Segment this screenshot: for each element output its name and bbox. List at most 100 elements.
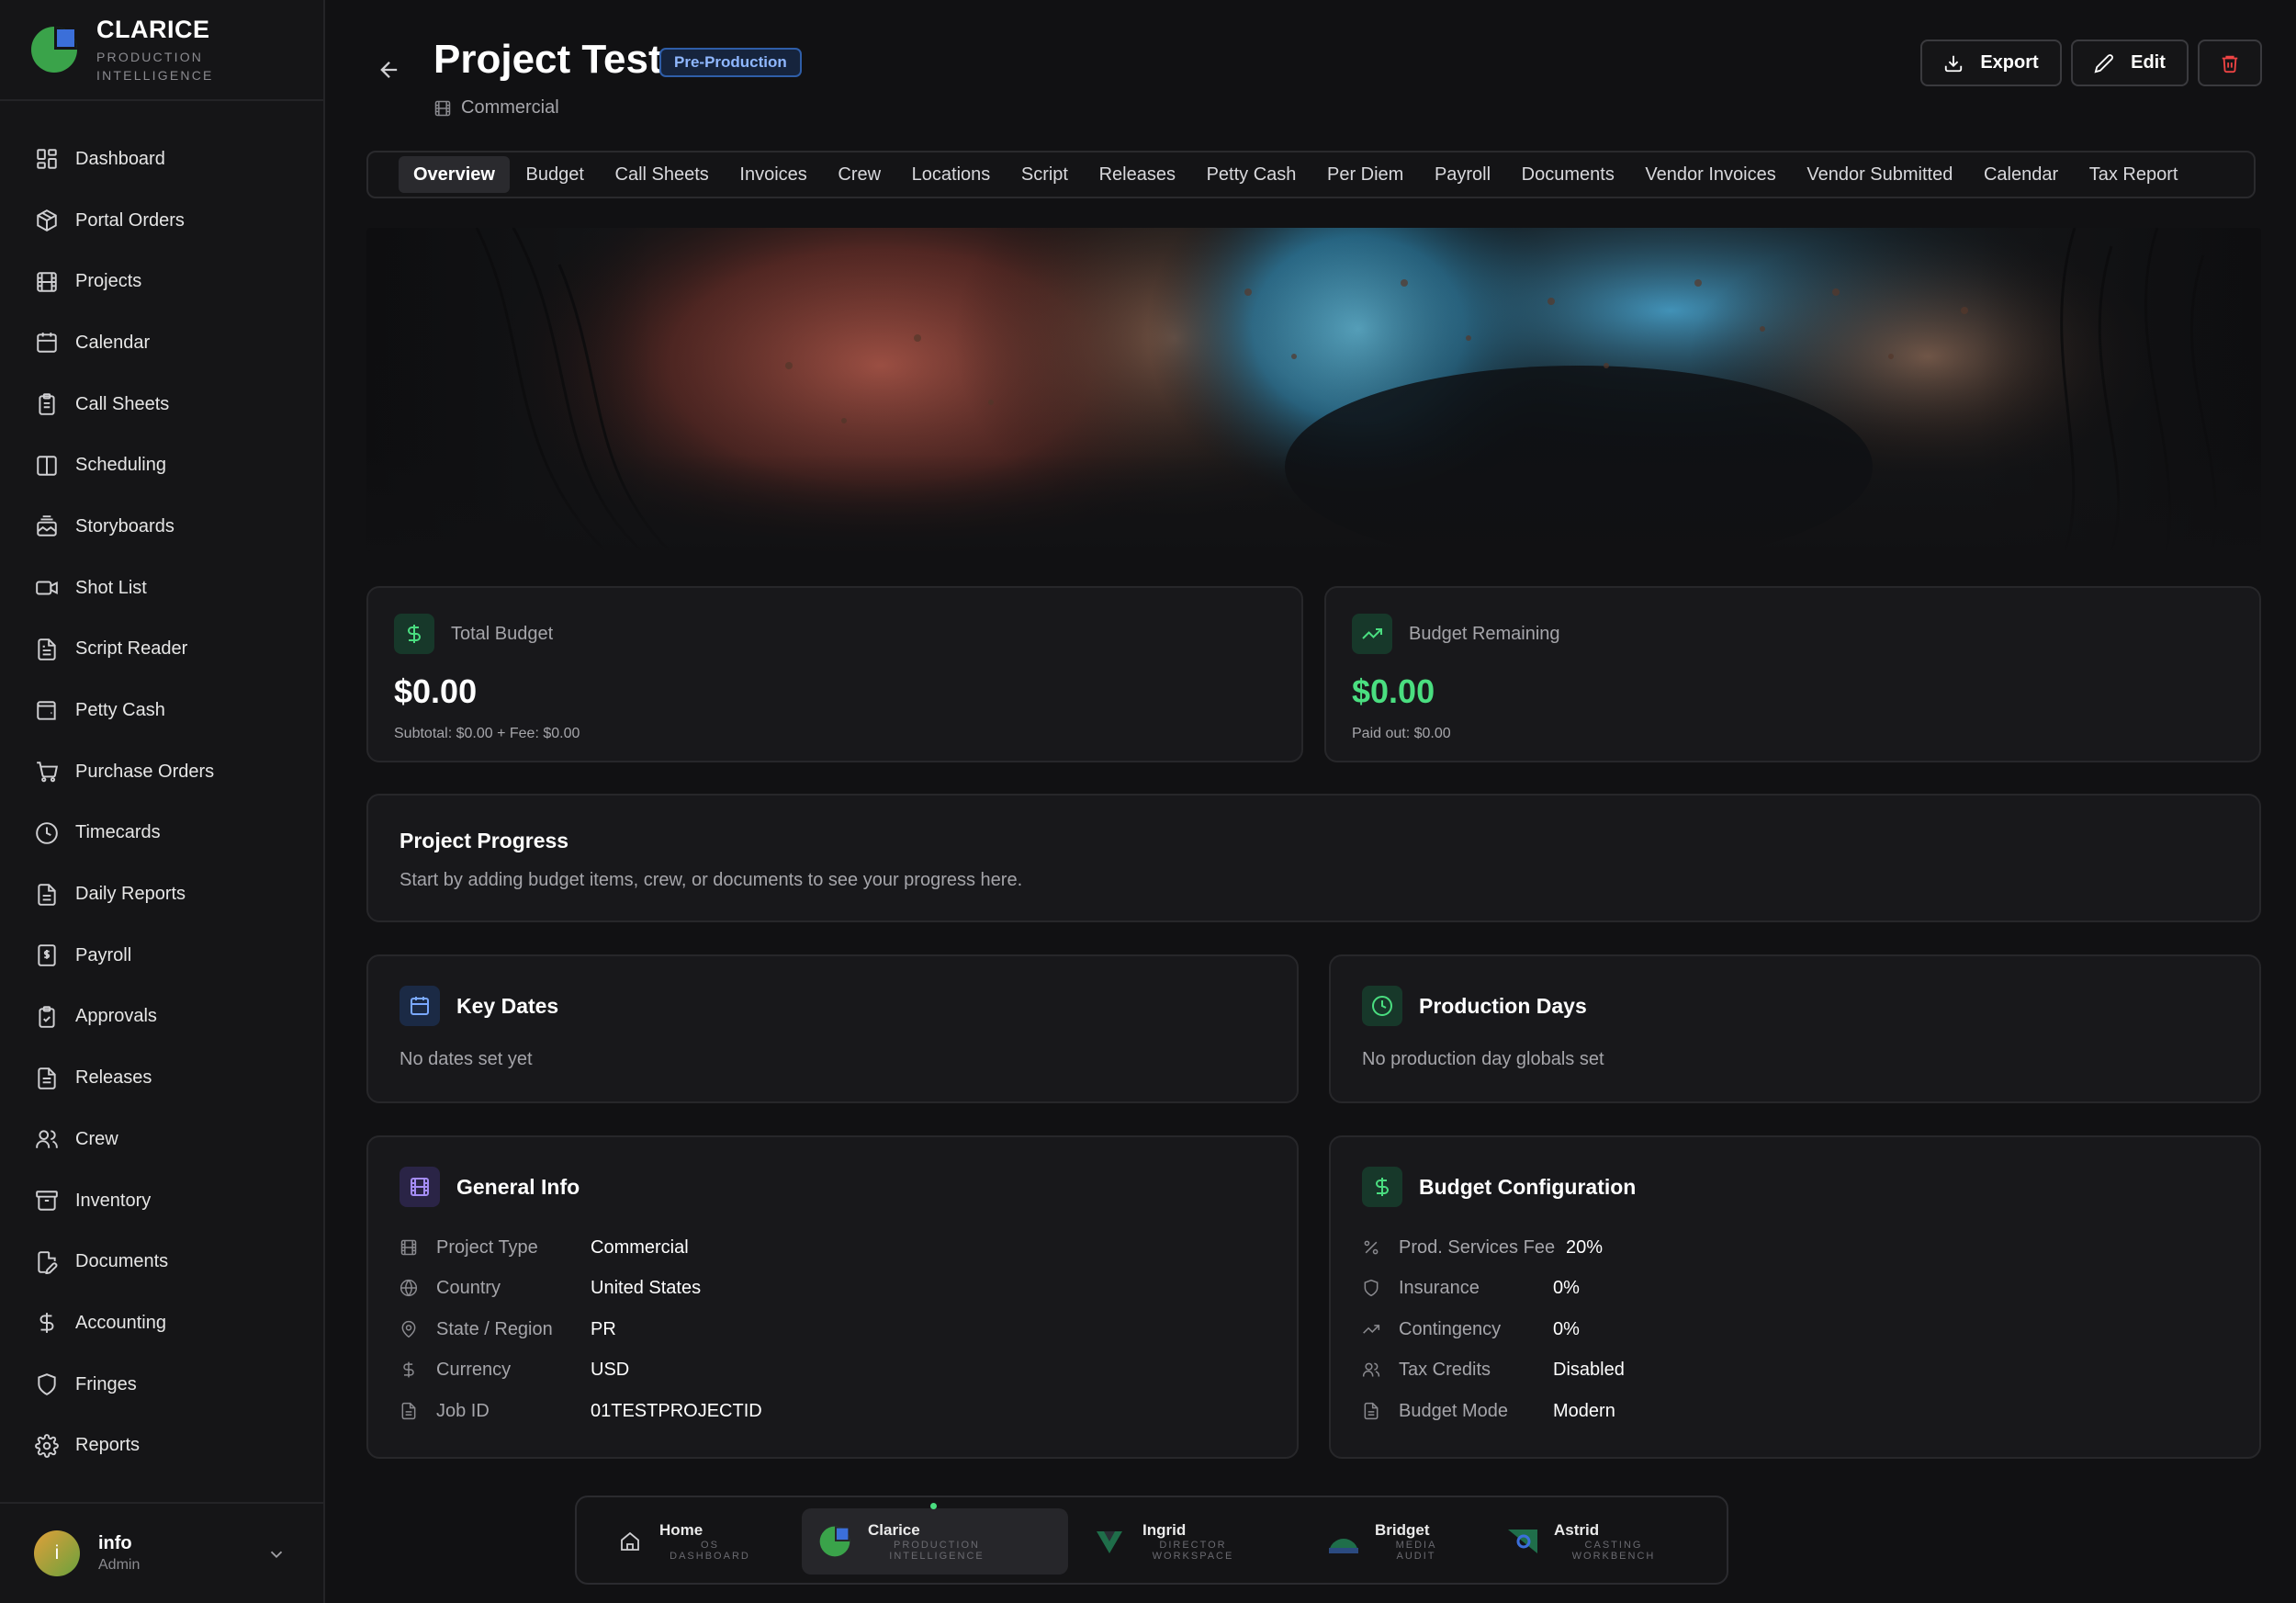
dock-name: Clarice	[868, 1521, 920, 1539]
budget-configuration-card: Budget Configuration Prod. Services Fee …	[1329, 1135, 2261, 1459]
subtitle-text: Commercial	[461, 97, 559, 118]
sidebar-item-call-sheets[interactable]: Call Sheets	[0, 374, 323, 435]
info-value: USD	[591, 1359, 630, 1380]
user-menu[interactable]: i info Admin	[0, 1502, 323, 1603]
file-icon	[38, 1067, 56, 1089]
export-button[interactable]: Export	[1920, 40, 2062, 86]
sidebar-item-calendar[interactable]: Calendar	[0, 312, 323, 374]
tab-budget[interactable]: Budget	[512, 156, 599, 193]
sidebar-item-label: Portal Orders	[75, 209, 185, 231]
info-row-currency: Currency USD	[400, 1356, 629, 1383]
sidebar-item-purchase-orders[interactable]: Purchase Orders	[0, 741, 323, 803]
dock-item-astrid[interactable]: Astrid CASTING WORKBENCH	[1504, 1508, 1706, 1575]
project-progress-card: Project Progress Start by adding budget …	[366, 794, 2261, 922]
sidebar-item-label: Releases	[75, 1067, 152, 1089]
dock-subtitle: DIRECTOR WORKSPACE	[1152, 1540, 1234, 1562]
sidebar-item-shot-list[interactable]: Shot List	[0, 558, 323, 619]
columns-icon	[37, 456, 57, 476]
sidebar-item-daily-reports[interactable]: Daily Reports	[0, 864, 323, 925]
package-icon	[37, 209, 57, 231]
brand[interactable]: CLARICE PRODUCTION INTELLIGENCE	[0, 0, 323, 101]
back-arrow-icon[interactable]	[377, 57, 402, 83]
sidebar-item-payroll[interactable]: Payroll	[0, 925, 323, 987]
sidebar-item-crew[interactable]: Crew	[0, 1109, 323, 1170]
sidebar-item-storyboards[interactable]: Storyboards	[0, 496, 323, 558]
film-icon	[37, 271, 57, 292]
tab-releases[interactable]: Releases	[1085, 156, 1190, 193]
sidebar-item-inventory[interactable]: Inventory	[0, 1170, 323, 1232]
film-icon	[434, 100, 451, 116]
dock-subtitle: PRODUCTION INTELLIGENCE	[889, 1540, 985, 1562]
config-label: Tax Credits	[1399, 1359, 1491, 1380]
info-label: Country	[436, 1277, 501, 1298]
tab-invoices[interactable]: Invoices	[725, 156, 821, 193]
sidebar-item-petty-cash[interactable]: Petty Cash	[0, 680, 323, 741]
sidebar-item-timecards[interactable]: Timecards	[0, 803, 323, 864]
dock-item-bridget[interactable]: Bridget MEDIA AUDIT	[1325, 1508, 1500, 1575]
tab-call-sheets[interactable]: Call Sheets	[601, 156, 724, 193]
sidebar-item-projects[interactable]: Projects	[0, 251, 323, 312]
clock-icon	[36, 822, 58, 844]
sidebar-item-label: Dashboard	[75, 148, 165, 169]
film-icon	[400, 1239, 417, 1256]
sidebar-item-label: Reports	[75, 1435, 141, 1456]
sidebar-item-fringes[interactable]: Fringes	[0, 1354, 323, 1416]
sidebar-item-script-reader[interactable]: Script Reader	[0, 619, 323, 681]
clock-icon	[1362, 986, 1402, 1026]
users-icon	[1362, 1362, 1380, 1377]
tab-overview[interactable]: Overview	[399, 156, 510, 193]
tab-locations[interactable]: Locations	[897, 156, 1006, 193]
dollar-icon	[403, 1361, 414, 1378]
config-row-budget-mode: Budget Mode Modern	[1362, 1397, 1615, 1425]
tab-petty-cash[interactable]: Petty Cash	[1192, 156, 1311, 193]
tab-calendar[interactable]: Calendar	[1969, 156, 2073, 193]
dock-name: Ingrid	[1142, 1521, 1187, 1539]
clarice-logo-icon	[816, 1523, 853, 1560]
tab-payroll[interactable]: Payroll	[1420, 156, 1505, 193]
calendar-icon	[400, 986, 440, 1026]
sidebar-item-label: Purchase Orders	[75, 761, 215, 782]
dock-name: Home	[659, 1521, 703, 1539]
sidebar-item-label: Daily Reports	[75, 884, 186, 905]
config-value: 0%	[1553, 1277, 1580, 1298]
sidebar-item-documents[interactable]: Documents	[0, 1231, 323, 1293]
edit-button[interactable]: Edit	[2071, 40, 2189, 86]
main-content: Project Test Pre-Production Commercial E…	[325, 0, 2296, 1603]
map-pin-icon	[401, 1320, 416, 1338]
sidebar-item-label: Approvals	[75, 1006, 157, 1027]
tab-per-diem[interactable]: Per Diem	[1312, 156, 1418, 193]
sidebar-item-approvals[interactable]: Approvals	[0, 987, 323, 1048]
budget-remaining-value: $0.00	[1352, 672, 1435, 710]
active-indicator	[930, 1503, 937, 1509]
sidebar-item-scheduling[interactable]: Scheduling	[0, 435, 323, 496]
info-label: Job ID	[436, 1400, 490, 1421]
tab-vendor-invoices[interactable]: Vendor Invoices	[1630, 156, 1790, 193]
tab-documents[interactable]: Documents	[1507, 156, 1629, 193]
sidebar-item-reports[interactable]: Reports	[0, 1415, 323, 1476]
chevron-down-icon[interactable]	[266, 1544, 287, 1564]
sidebar-item-portal-orders[interactable]: Portal Orders	[0, 190, 323, 252]
dollar-icon	[39, 1313, 54, 1334]
delete-button[interactable]	[2198, 40, 2262, 86]
sidebar-item-accounting[interactable]: Accounting	[0, 1293, 323, 1354]
sidebar-item-label: Inventory	[75, 1190, 152, 1211]
tab-crew[interactable]: Crew	[823, 156, 895, 193]
progress-title: Project Progress	[400, 829, 569, 852]
dock-item-clarice[interactable]: Clarice PRODUCTION INTELLIGENCE	[802, 1503, 1068, 1575]
sidebar-item-dashboard[interactable]: Dashboard	[0, 129, 323, 190]
config-label: Budget Mode	[1399, 1400, 1508, 1421]
page-title: Project Test	[433, 37, 662, 82]
percent-icon	[1364, 1240, 1379, 1255]
dock-item-ingrid[interactable]: Ingrid DIRECTOR WORKSPACE	[1091, 1508, 1293, 1575]
tab-vendor-submitted[interactable]: Vendor Submitted	[1792, 156, 1967, 193]
info-label: Currency	[436, 1359, 512, 1380]
dock-item-home[interactable]: Home OS DASHBOARD	[612, 1508, 814, 1575]
sidebar-item-releases[interactable]: Releases	[0, 1047, 323, 1109]
config-label: Prod. Services Fee	[1399, 1236, 1556, 1258]
key-dates-card: Key Dates No dates set yet	[366, 954, 1299, 1103]
tab-script[interactable]: Script	[1007, 156, 1083, 193]
tab-tax-report[interactable]: Tax Report	[2075, 156, 2193, 193]
trending-up-icon	[1363, 1325, 1380, 1334]
dock-subtitle: MEDIA AUDIT	[1395, 1540, 1437, 1562]
dock-name: Bridget	[1375, 1521, 1430, 1539]
